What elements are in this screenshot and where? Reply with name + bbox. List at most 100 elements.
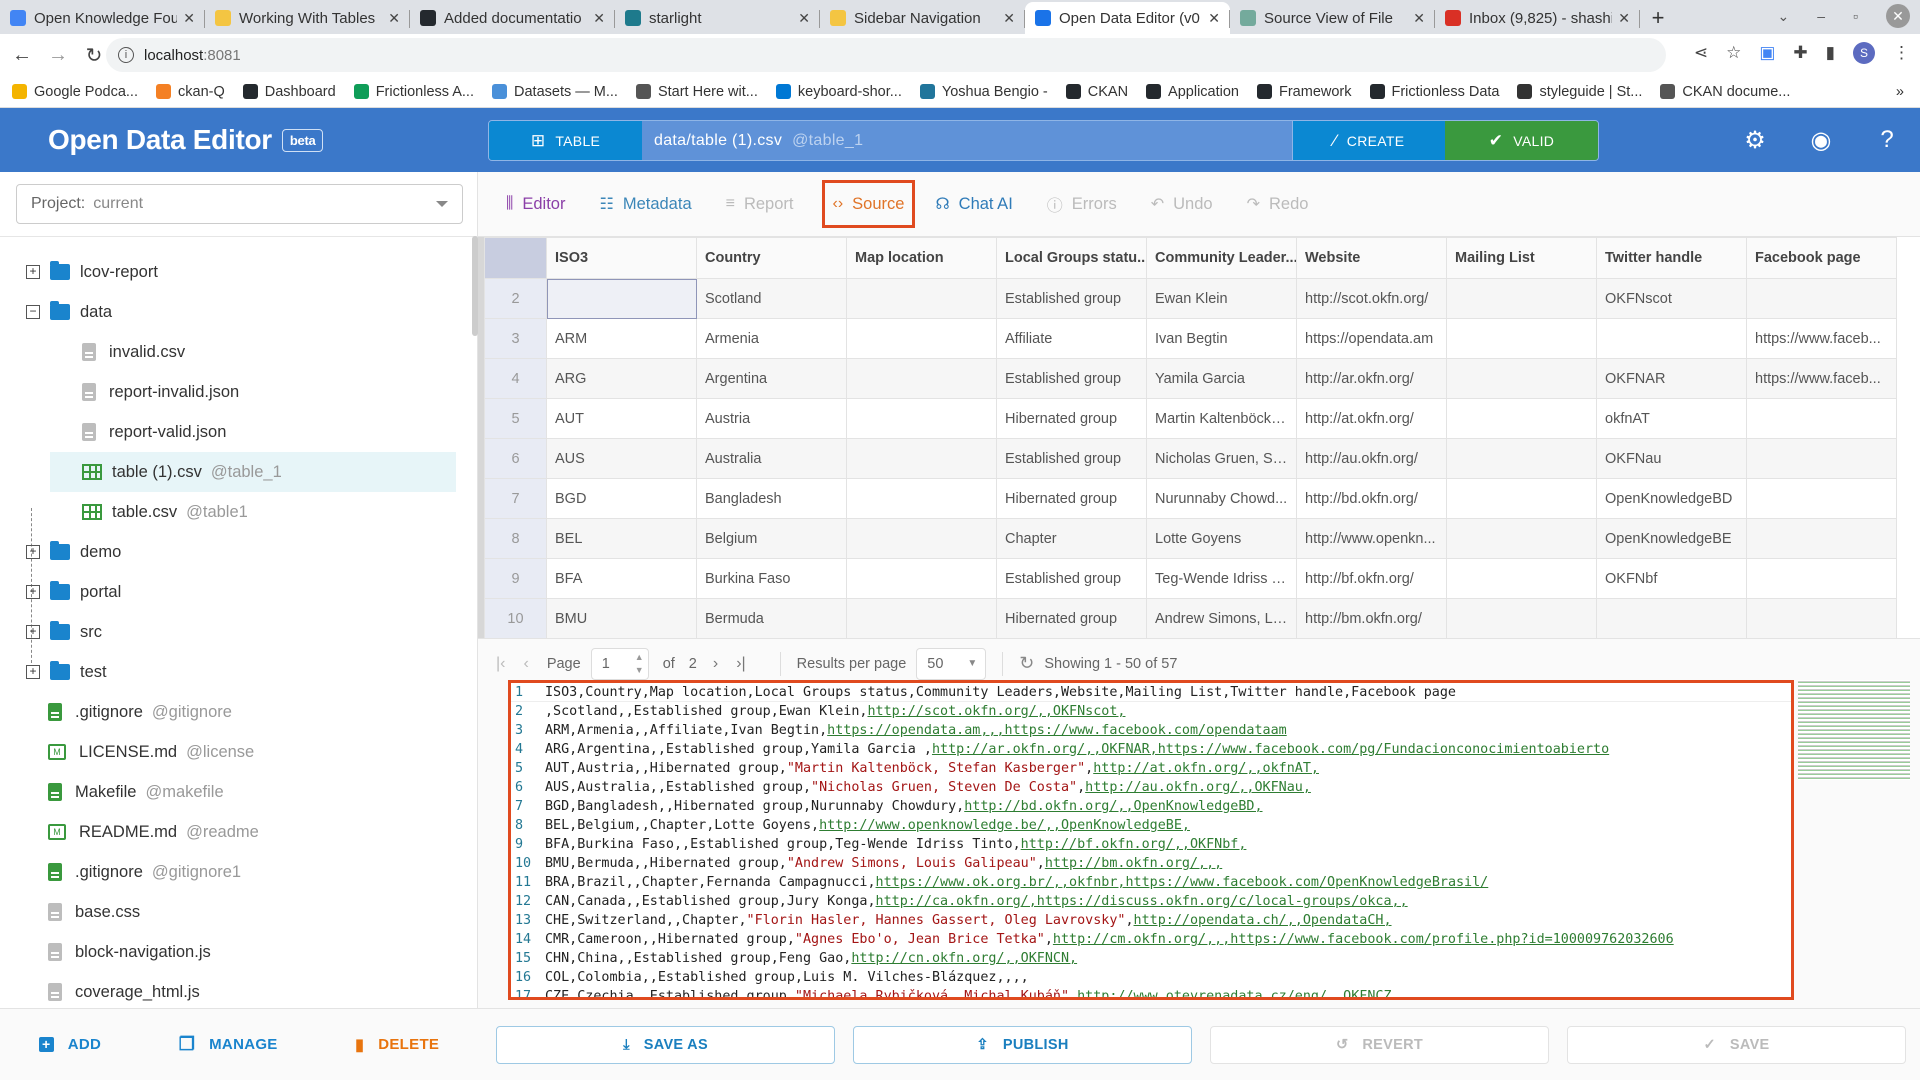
redo-button[interactable]: ↷ Redo (1241, 180, 1315, 228)
code-link[interactable]: http://cm.okfn.org/,,,https://www.facebo… (1053, 932, 1674, 947)
table-cell[interactable] (1446, 518, 1597, 559)
table-cell[interactable]: Bangladesh (696, 478, 847, 519)
tree-folder[interactable]: + demo (0, 532, 460, 572)
table-cell[interactable]: Argentina (696, 358, 847, 399)
reload-icon[interactable]: ↻ (80, 41, 108, 69)
table-cell[interactable]: http://bd.okfn.org/ (1296, 478, 1447, 519)
tree-file[interactable]: table.csv @table1 (0, 492, 460, 532)
table-cell[interactable] (1446, 358, 1597, 399)
table-cell[interactable]: AUT (546, 398, 697, 439)
table-cell[interactable] (846, 478, 997, 519)
table-cell[interactable]: http://au.okfn.org/ (1296, 438, 1447, 479)
undo-button[interactable]: ↶ Undo (1145, 180, 1219, 228)
table-cell[interactable]: Established group (996, 558, 1147, 599)
table-cell[interactable] (1446, 478, 1597, 519)
source-code-view[interactable]: 1 ISO3,Country,Map location,Local Groups … (508, 680, 1794, 1000)
browser-tab[interactable]: Sidebar Navigation ✕ (820, 2, 1025, 34)
table-cell[interactable]: https://opendata.am (1296, 318, 1447, 359)
bookmark-star-icon[interactable]: ☆ (1726, 43, 1741, 63)
table-cell[interactable]: ARG (546, 358, 697, 399)
tab-source[interactable]: ‹› Source (821, 180, 916, 228)
code-link[interactable]: https://www.ok.org.br/,,okfnbr,https://w… (876, 875, 1489, 890)
table-cell[interactable]: OKFNscot (1596, 278, 1747, 319)
bookmark-item[interactable]: styleguide | St... (1517, 84, 1642, 100)
table-cell[interactable] (846, 518, 997, 559)
refresh-icon[interactable]: ↻ (1019, 653, 1034, 674)
browser-tab[interactable]: Working With Tables ✕ (205, 2, 410, 34)
close-tab-icon[interactable]: ✕ (1208, 10, 1220, 27)
tree-file[interactable]: .gitignore @gitignore (0, 692, 460, 732)
prev-page-icon[interactable]: ‹ (523, 655, 528, 673)
table-cell[interactable] (1746, 438, 1897, 479)
close-tab-icon[interactable]: ✕ (1003, 10, 1015, 27)
url-input[interactable]: i localhost:8081 (106, 38, 1666, 72)
bookmark-item[interactable]: Framework (1256, 84, 1352, 100)
table-cell[interactable] (1446, 558, 1597, 599)
close-tab-icon[interactable]: ✕ (798, 10, 810, 27)
delete-button[interactable]: ▮ DELETE (355, 1035, 439, 1055)
browser-tab[interactable]: Open Knowledge Fou ✕ (0, 2, 205, 34)
table-cell[interactable]: http://www.openkn... (1296, 518, 1447, 559)
code-link[interactable]: http://cn.okfn.org/,,OKFNCN, (851, 951, 1077, 966)
table-cell[interactable]: BMU (546, 598, 697, 638)
table-cell[interactable] (1446, 318, 1597, 359)
table-cell[interactable]: Nurunnaby Chowd... (1146, 478, 1297, 519)
bookmark-item[interactable]: keyboard-shor... (775, 84, 902, 100)
tree-file[interactable]: block-navigation.js (0, 932, 460, 972)
back-icon[interactable]: ← (8, 41, 36, 69)
save-as-button[interactable]: ⤓ SAVE AS (496, 1025, 835, 1064)
tree-folder[interactable]: − data (0, 292, 460, 332)
column-header[interactable]: Website (1296, 237, 1447, 279)
maximize-button[interactable]: ▫ (1853, 8, 1858, 24)
next-page-icon[interactable]: › (713, 655, 718, 673)
table-cell[interactable] (846, 358, 997, 399)
table-cell[interactable]: OpenKnowledgeBE (1596, 518, 1747, 559)
column-header[interactable]: Local Groups statu... (996, 237, 1147, 279)
table-cell[interactable] (846, 398, 997, 439)
table-cell[interactable] (846, 278, 997, 319)
close-tab-icon[interactable]: ✕ (388, 10, 400, 27)
column-header[interactable]: Community Leader... (1146, 237, 1297, 279)
collapse-icon[interactable]: − (26, 305, 40, 319)
page-number-input[interactable]: 1 ▲ ▼ (590, 647, 649, 680)
code-link[interactable]: https://opendata.am,,,https://www.facebo… (827, 723, 1287, 738)
table-cell[interactable]: OKFNbf (1596, 558, 1747, 599)
table-type-button[interactable]: ⊞ TABLE (489, 121, 642, 160)
table-cell[interactable]: http://scot.okfn.org/ (1296, 278, 1447, 319)
save-button[interactable]: ✓ SAVE (1567, 1025, 1906, 1064)
tab-errors[interactable]: ⓘ Errors (1041, 180, 1123, 228)
tree-file[interactable]: base.css (0, 892, 460, 932)
tab-editor[interactable]: ⫼ Editor (500, 180, 571, 228)
grid-scrollbar[interactable] (478, 237, 484, 638)
table-cell[interactable] (846, 598, 997, 638)
help-icon[interactable]: ? (1874, 126, 1900, 155)
table-cell[interactable]: Armenia (696, 318, 847, 359)
table-cell[interactable] (546, 278, 697, 319)
table-cell[interactable]: Established group (996, 278, 1147, 319)
create-button[interactable]: ⁄ CREATE (1292, 121, 1445, 160)
code-link[interactable]: http://www.openknowledge.be/,,OpenKnowle… (819, 818, 1190, 833)
table-cell[interactable]: AUS (546, 438, 697, 479)
new-tab-button[interactable]: + (1640, 2, 1676, 34)
column-header[interactable]: Map location (846, 237, 997, 279)
table-cell[interactable]: Established group (996, 438, 1147, 479)
table-cell[interactable]: http://at.okfn.org/ (1296, 398, 1447, 439)
first-page-icon[interactable]: |‹ (496, 655, 505, 673)
table-cell[interactable] (1596, 318, 1747, 359)
table-cell[interactable]: http://ar.okfn.org/ (1296, 358, 1447, 399)
table-cell[interactable]: Yamila Garcia (1146, 358, 1297, 399)
table-cell[interactable]: Affiliate (996, 318, 1147, 359)
stepper-icon[interactable]: ▲ ▼ (635, 651, 644, 677)
bookmark-item[interactable]: Yoshua Bengio - (919, 84, 1048, 100)
bookmark-item[interactable]: Start Here wit... (635, 84, 758, 100)
profile-avatar[interactable]: S (1853, 42, 1875, 64)
table-cell[interactable] (1746, 478, 1897, 519)
bookmark-item[interactable]: Frictionless Data (1369, 84, 1499, 100)
table-cell[interactable]: Chapter (996, 518, 1147, 559)
column-header[interactable]: Facebook page (1746, 237, 1897, 279)
table-cell[interactable]: Austria (696, 398, 847, 439)
browser-tab[interactable]: Source View of File ✕ (1230, 2, 1435, 34)
bookmark-item[interactable]: ckan-Q (156, 84, 225, 100)
bookmark-item[interactable]: CKAN (1065, 84, 1128, 100)
tab-search-icon[interactable]: ⌄ (1778, 8, 1790, 25)
